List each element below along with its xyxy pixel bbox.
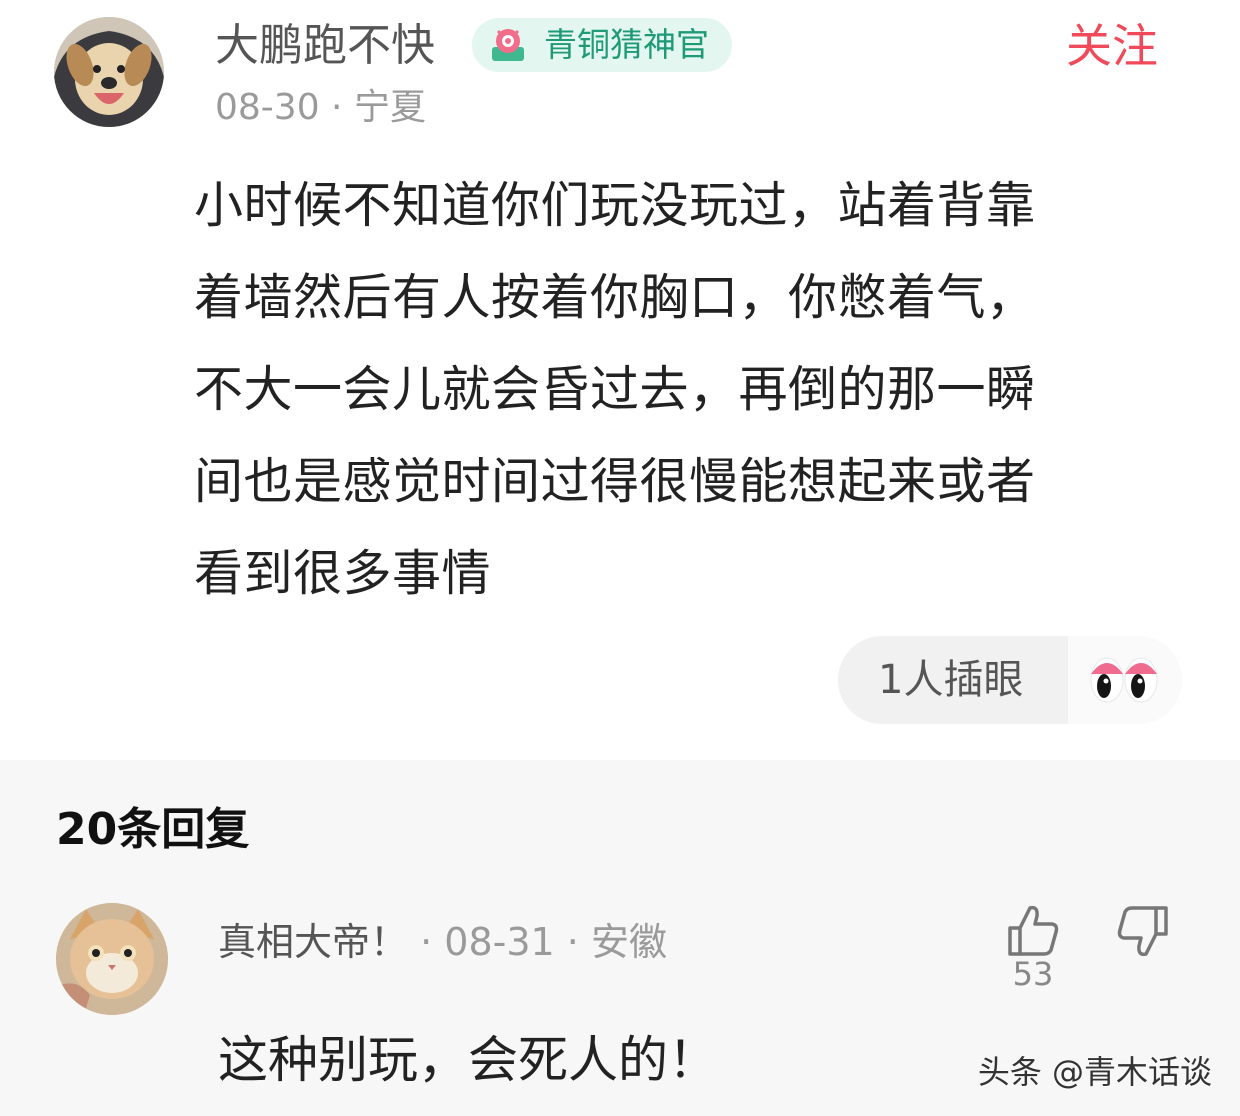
comment-meta: 08-30 · 宁夏: [215, 84, 426, 132]
follow-button[interactable]: 关注: [1066, 16, 1158, 76]
user-avatar[interactable]: [54, 17, 164, 127]
eyes-icon: [1090, 657, 1158, 703]
badge-label: 青铜猜神官: [544, 25, 709, 64]
dog-avatar-icon: [54, 17, 164, 127]
reply-text: 这种别玩，会死人的！: [218, 1031, 718, 1089]
comment-line: 间也是感觉时间过得很慢能想起来或者: [194, 453, 1036, 510]
comment-line: 看到很多事情: [194, 545, 492, 602]
replies-section: 20条回复 真相大帝！ · 08-31 · 安徽 53 这种别玩，会死人的！ 头…: [0, 760, 1240, 1116]
cat-avatar-icon: [56, 903, 168, 1015]
reply-avatar[interactable]: [56, 903, 168, 1015]
comment-username[interactable]: 大鹏跑不快: [215, 18, 435, 74]
comment-location: 宁夏: [353, 87, 426, 128]
thumbs-down-icon: [1117, 906, 1168, 957]
comment-line: 不大一会儿就会昏过去，再倒的那一瞬: [194, 361, 1036, 418]
meta-separator: ·: [408, 920, 445, 964]
reaction-count-label: 1人插眼: [878, 657, 1024, 703]
replies-count-title: 20条回复: [56, 804, 250, 855]
reply-date: 08-31: [444, 920, 555, 964]
reply-location: 安徽: [590, 920, 667, 964]
comment-body: 小时候不知道你们玩没玩过，站着背靠 着墙然后有人按着你胸口，你憋着气， 不大一会…: [194, 160, 1154, 620]
reply-username[interactable]: 真相大帝！: [218, 920, 408, 964]
comment-line: 着墙然后有人按着你胸口，你憋着气，: [194, 269, 1036, 326]
comment-line: 小时候不知道你们玩没玩过，站着背靠: [194, 177, 1036, 234]
source-watermark: 头条 @青木话谈: [977, 1053, 1212, 1091]
user-badge[interactable]: 青铜猜神官: [472, 18, 732, 72]
page: 大鹏跑不快 青铜猜神官 关注 08-30 · 宁夏 小时候不知道你们玩没玩过，站…: [0, 0, 1240, 1116]
eyes-icon-container: [1068, 636, 1182, 724]
meta-separator: ·: [554, 920, 591, 964]
dislike-button[interactable]: [1112, 900, 1174, 962]
main-comment: 大鹏跑不快 青铜猜神官 关注 08-30 · 宁夏 小时候不知道你们玩没玩过，站…: [0, 0, 1240, 760]
meta-separator: ·: [319, 87, 354, 128]
reaction-button[interactable]: 1人插眼: [838, 636, 1182, 724]
badge-emblem-icon: [488, 25, 528, 65]
reply-meta: 真相大帝！ · 08-31 · 安徽: [218, 916, 667, 968]
comment-date: 08-30: [215, 87, 320, 128]
like-count: 53: [1012, 955, 1054, 993]
